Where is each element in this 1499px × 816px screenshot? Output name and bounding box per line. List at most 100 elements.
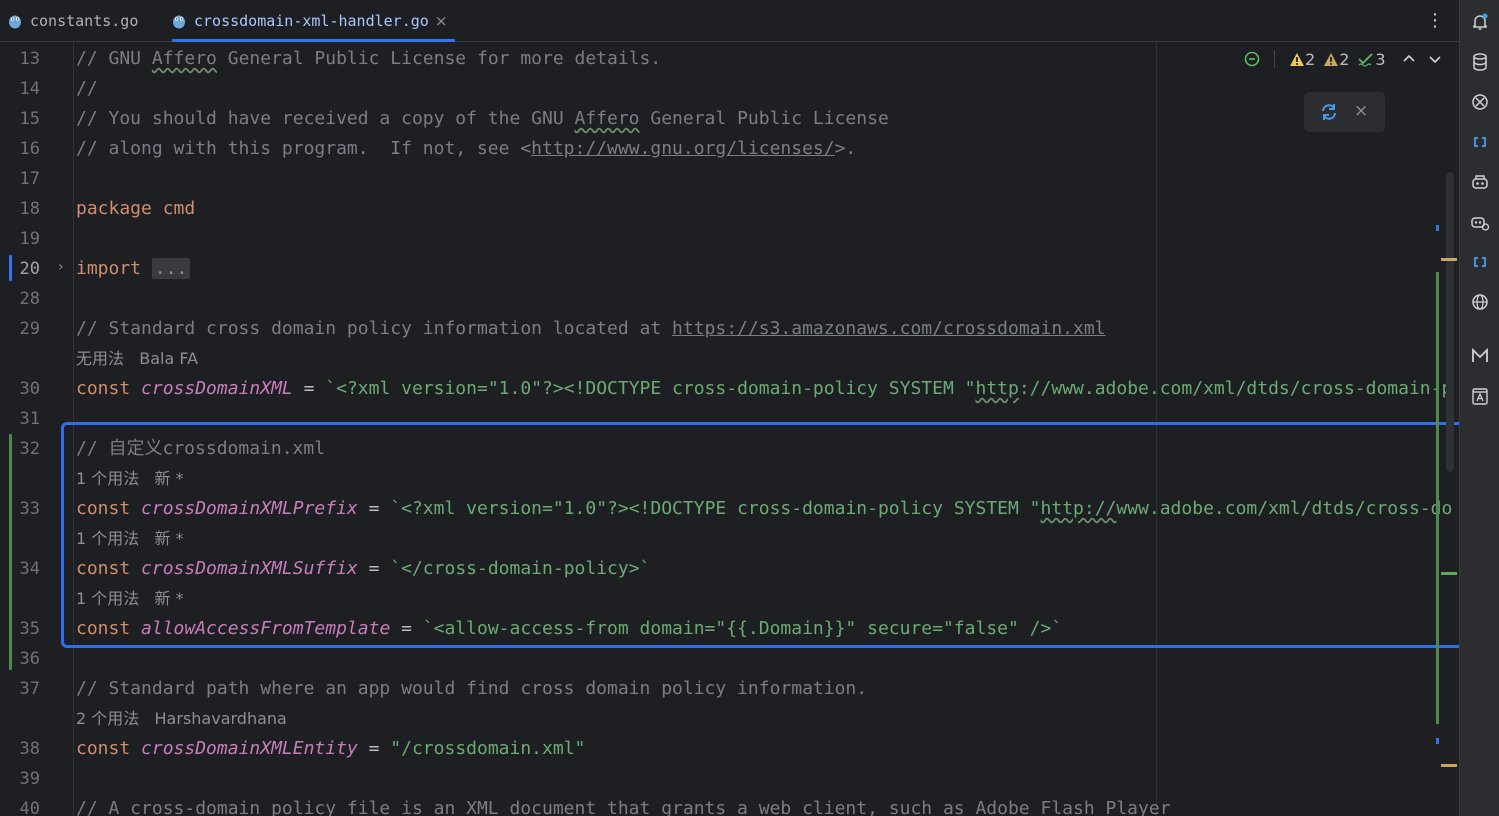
copilot-chat-icon[interactable] (1470, 212, 1490, 232)
line-number: 30 (19, 379, 40, 399)
line-number: 15 (19, 109, 40, 129)
code-token: const (76, 378, 142, 399)
code-token: = (357, 738, 391, 759)
line-number: 31 (19, 409, 40, 429)
code-editor[interactable]: 13 14 15 16 17 18 19 20 28 29 30 31 32 33 34 35 36 37 38 39… (0, 42, 1475, 816)
more-options-icon[interactable]: ⋮ (1426, 10, 1444, 32)
ide-window: constants.go crossdomain-xml-handler.go … (0, 0, 1499, 816)
code-token: // Standard path where an app would find… (76, 678, 868, 699)
typos-count[interactable]: 3 (1357, 50, 1386, 69)
line-number: 16 (19, 139, 40, 159)
tab-constants-go[interactable]: constants.go (8, 0, 138, 41)
code-token: // (76, 78, 98, 99)
separator (1274, 50, 1275, 68)
code-token: cmd (162, 198, 196, 219)
scroll-marker-added (1436, 272, 1439, 724)
code-line[interactable]: // You should have received a copy of th… (76, 104, 889, 134)
fold-expand-icon[interactable]: › (58, 259, 64, 275)
code-token: import (76, 258, 152, 279)
code-line[interactable]: // Standard path where an app would find… (76, 674, 867, 704)
line-number: 29 (19, 319, 40, 339)
database-icon[interactable] (1470, 52, 1490, 72)
scroll-marker-added (1441, 572, 1457, 575)
code-token: // A cross-domain policy file is an XML … (76, 798, 1171, 816)
chevron-down-icon[interactable] (1428, 52, 1442, 66)
markdown-icon[interactable] (1470, 346, 1490, 366)
chevron-up-icon[interactable] (1402, 52, 1416, 66)
code-link-icon[interactable] (1470, 252, 1490, 272)
code-token: http://www.gnu.org/licenses/ (531, 138, 835, 159)
code-line[interactable]: // GNU Affero General Public License for… (76, 44, 661, 74)
code-token: // GNU (76, 48, 152, 69)
code-token: // You should have received a copy of th… (76, 108, 575, 129)
tab-label: constants.go (30, 11, 139, 30)
reload-icon[interactable] (1320, 103, 1338, 121)
tab-close-icon[interactable]: × (435, 12, 448, 30)
code-token: crossDomainXMLEntity (141, 738, 358, 759)
line-number: 36 (19, 649, 40, 669)
code-line[interactable]: // A cross-domain policy file is an XML … (76, 794, 1171, 816)
line-number: 19 (19, 229, 40, 249)
code-token: ://www.adobe.com/xml/dtds/cross-domain-p (1018, 378, 1453, 399)
code-link-icon[interactable] (1470, 132, 1490, 152)
popup-close-icon[interactable]: × (1354, 101, 1368, 121)
code-line[interactable]: // along with this program. If not, see … (76, 134, 856, 164)
go-file-icon (173, 15, 185, 28)
typo-check-icon (1358, 52, 1374, 67)
scroll-marker-warning (1441, 764, 1457, 767)
copilot-icon[interactable] (1470, 172, 1490, 192)
weak-warning-icon (1324, 52, 1339, 66)
translate-icon[interactable] (1470, 386, 1490, 406)
code-token: "/crossdomain.xml" (390, 738, 586, 759)
code-token: General Public License for more details. (216, 48, 662, 69)
line-number: 18 (19, 199, 40, 219)
code-token: package (76, 198, 163, 219)
tab-crossdomain-xml-handler-go[interactable]: crossdomain-xml-handler.go × (172, 0, 456, 42)
code-line[interactable]: package cmd (76, 194, 195, 224)
line-number: 37 (19, 679, 40, 699)
notifications-bell-icon[interactable] (1470, 12, 1490, 32)
warning-icon (1290, 52, 1304, 66)
line-number: 32 (19, 439, 40, 459)
code-token: // along with this program. If not, see … (76, 138, 532, 159)
code-line[interactable]: // Standard cross domain policy informat… (76, 314, 1106, 344)
line-number: 34 (19, 559, 40, 579)
code-token: // Standard cross domain policy informat… (76, 318, 673, 339)
line-number: 33 (19, 499, 40, 519)
code-line[interactable]: const crossDomainXML = `<?xml version="1… (76, 374, 1452, 404)
code-line[interactable]: // (76, 74, 98, 104)
highlight-annotation-box (61, 422, 1475, 648)
code-vision-hint[interactable]: 2 个用法 Harshavardhana (76, 704, 287, 734)
code-line[interactable]: const crossDomainXMLEntity = "/crossdoma… (76, 734, 585, 764)
line-number: 40 (19, 799, 40, 816)
code-vision-hint[interactable]: 无用法 Bala FA (76, 344, 198, 374)
line-number: 39 (19, 769, 40, 789)
line-number: 17 (19, 169, 40, 189)
code-token: Affero (151, 48, 217, 69)
line-number: 13 (19, 49, 40, 69)
ai-assistant-icon[interactable] (1470, 92, 1490, 112)
vertical-scrollbar[interactable] (1446, 172, 1454, 472)
code-line[interactable]: import ... (76, 254, 191, 284)
weak-warnings-count[interactable]: 2 (1323, 50, 1349, 69)
scroll-marker-warning (1441, 258, 1457, 261)
code-token: >. (834, 138, 857, 159)
line-number: 38 (19, 739, 40, 759)
tab-label: crossdomain-xml-handler.go (194, 11, 429, 30)
line-number: 20 (19, 259, 40, 279)
scroll-marker-change (1436, 225, 1439, 231)
globe-icon[interactable] (1470, 292, 1490, 312)
code-token: `<?xml version="1.0"?><!DOCTYPE cross-do… (325, 378, 976, 399)
inspection-widget[interactable]: 2 2 3 (1244, 47, 1442, 71)
go-file-icon (9, 15, 21, 28)
reload-popup: × (1304, 92, 1385, 132)
folded-imports[interactable]: ... (151, 258, 191, 279)
line-number: 28 (19, 289, 40, 309)
scroll-marker-change (1436, 738, 1439, 744)
code-token: General Public License (639, 108, 889, 129)
warnings-count[interactable]: 2 (1289, 50, 1315, 69)
code-token: crossDomainXML (141, 378, 293, 399)
status-ok-icon (1244, 51, 1260, 67)
right-tool-window-bar (1459, 0, 1499, 816)
code-token: https://s3.amazonaws.com/crossdomain.xml (672, 318, 1106, 339)
